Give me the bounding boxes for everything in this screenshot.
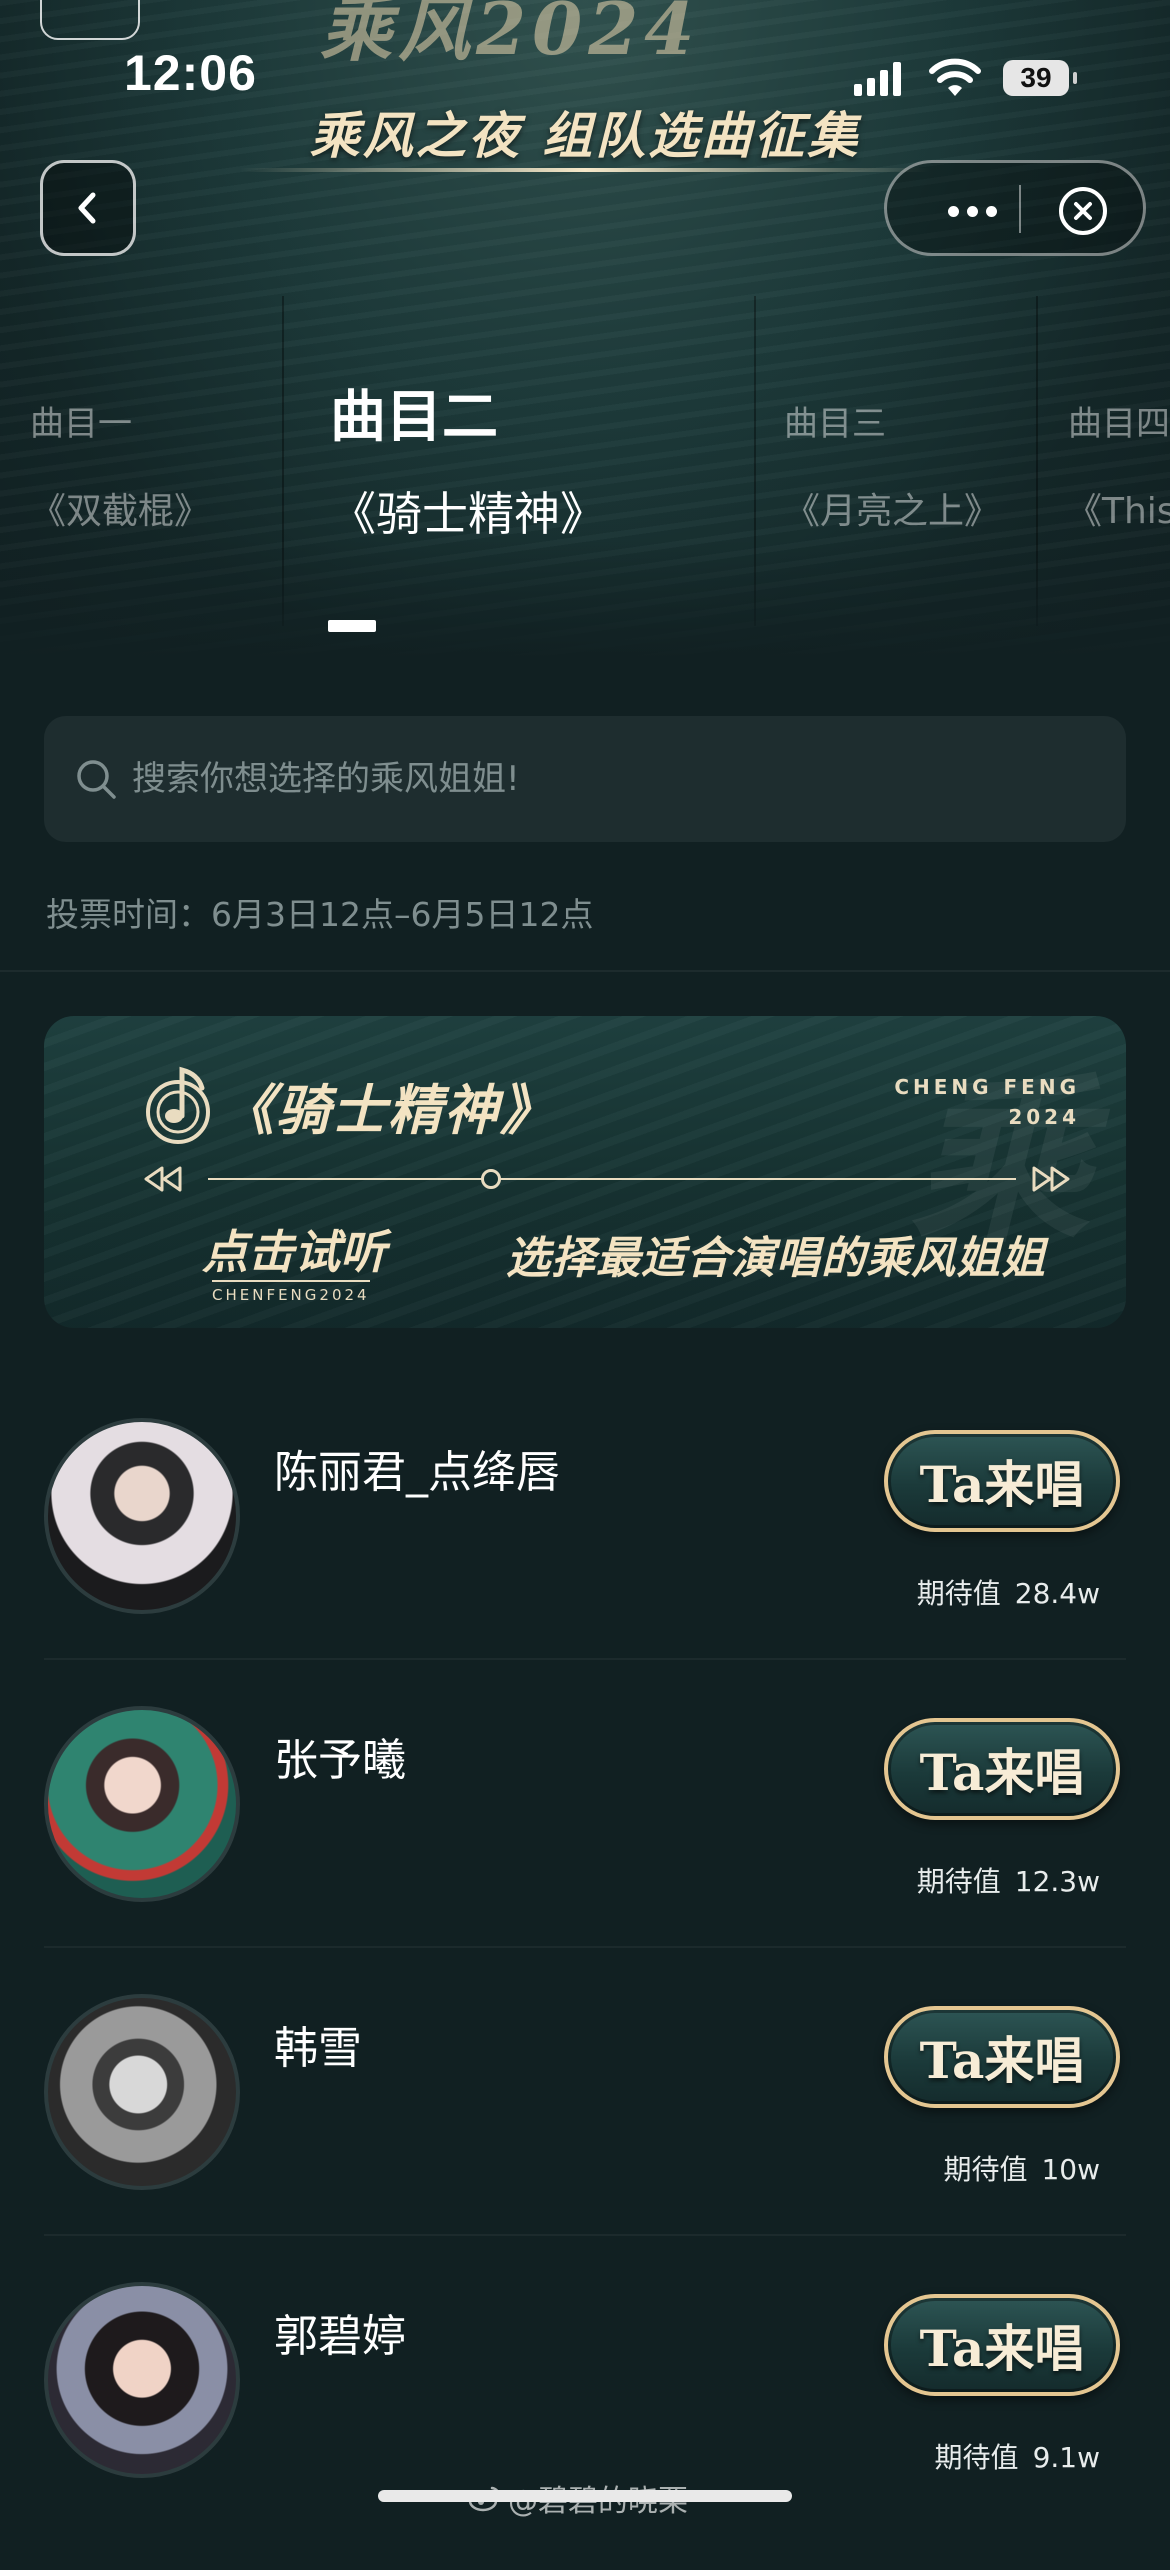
song-preview-card[interactable]: 乘 《骑士精神》 CHENG FENG 2024 点击试听 CHENFENG20…	[44, 1016, 1126, 1328]
expectation-label: 期待值	[916, 1577, 1001, 1610]
singer-name: 陈丽君_点绛唇	[274, 1447, 560, 1498]
list-divider	[44, 1946, 1126, 1948]
battery-level: 39	[1020, 62, 1052, 93]
expectation-value: 期待值 10w	[943, 2148, 1100, 2188]
avatar[interactable]	[44, 1418, 240, 1614]
listen-sub-label: CHENFENG2024	[212, 1280, 370, 1304]
card-slogan: 选择最适合演唱的乘风姐姐	[506, 1233, 1046, 1284]
banner-fade	[0, 540, 1170, 660]
tab-song-title: 《骑士精神》	[330, 487, 606, 541]
section-divider	[0, 970, 1170, 972]
fast-forward-icon[interactable]	[1028, 1164, 1074, 1194]
search-input[interactable]	[130, 758, 1126, 800]
banner-logo: 乘风2024	[320, 0, 701, 71]
card-brand: CHENG FENG 2024	[894, 1072, 1080, 1132]
home-indicator[interactable]	[378, 2490, 792, 2502]
list-item: 郭碧婷 Ta来唱 期待值 9.1w	[44, 2282, 1126, 2570]
banner-divider	[240, 168, 930, 172]
battery-icon: 39	[1003, 60, 1077, 96]
card-brand-line2: 2024	[1008, 1105, 1080, 1129]
expectation-label: 期待值	[916, 1865, 1001, 1898]
search-bar[interactable]	[44, 716, 1126, 842]
chevron-left-icon	[78, 192, 96, 224]
list-divider	[44, 1658, 1126, 1660]
banner-badge	[40, 0, 140, 40]
expectation-label: 期待值	[943, 2153, 1028, 2186]
close-circle-icon[interactable]	[1057, 185, 1109, 237]
expectation-label: 期待值	[934, 2441, 1019, 2474]
expectation-number: 12.3w	[1014, 1865, 1100, 1898]
status-icons: 39	[854, 56, 1077, 100]
tab-song-title: 《月亮之上》	[784, 491, 1001, 532]
list-item: 韩雪 Ta来唱 期待值 10w	[44, 1994, 1126, 2282]
expectation-value: 期待值 9.1w	[935, 2436, 1100, 2476]
ta-sing-button[interactable]: Ta来唱	[884, 1718, 1120, 1820]
wifi-icon	[929, 58, 981, 96]
avatar[interactable]	[44, 1994, 240, 2190]
tab-label: 曲目四	[1068, 404, 1170, 444]
expectation-number: 9.1w	[1032, 2441, 1100, 2474]
rewind-icon[interactable]	[140, 1164, 186, 1194]
banner-subtitle: 乘风之夜 组队选曲征集	[309, 106, 861, 165]
list-divider	[44, 2234, 1126, 2236]
singer-name: 张予曦	[274, 1735, 406, 1786]
card-song-title: 《骑士精神》	[220, 1078, 556, 1142]
ta-sing-button[interactable]: Ta来唱	[884, 2294, 1120, 2396]
back-button[interactable]	[40, 160, 136, 256]
active-tab-indicator	[328, 620, 376, 632]
ta-sing-button[interactable]: Ta来唱	[884, 2006, 1120, 2108]
expectation-value: 期待值 28.4w	[917, 1572, 1100, 1612]
expectation-number: 28.4w	[1014, 1577, 1100, 1610]
vote-time-text: 投票时间：6月3日12点–6月5日12点	[46, 895, 594, 934]
expectation-number: 10w	[1041, 2153, 1100, 2186]
tab-label: 曲目一	[30, 404, 132, 444]
tab-song-title: 《This	[1066, 491, 1170, 532]
listen-button[interactable]: 点击试听	[202, 1216, 386, 1282]
avatar[interactable]	[44, 2282, 240, 2478]
ta-sing-button[interactable]: Ta来唱	[884, 1430, 1120, 1532]
audio-progress-knob[interactable]	[480, 1169, 501, 1189]
tab-song-title: 《双截棍》	[30, 491, 211, 532]
tab-label: 曲目三	[784, 404, 886, 444]
list-item: 陈丽君_点绛唇 Ta来唱 期待值 28.4w	[44, 1418, 1126, 1706]
status-time: 12:06	[124, 45, 257, 101]
search-icon	[77, 760, 116, 799]
more-dots-icon[interactable]	[927, 191, 1017, 231]
avatar[interactable]	[44, 1706, 240, 1902]
mini-program-capsule	[884, 160, 1146, 256]
singer-name: 郭碧婷	[274, 2311, 406, 2362]
audio-progress-track[interactable]	[208, 1178, 1016, 1180]
capsule-divider	[1019, 185, 1021, 233]
signal-icon	[854, 60, 901, 96]
singer-name: 韩雪	[274, 2023, 362, 2074]
card-brand-line1: CHENG FENG	[894, 1075, 1080, 1099]
music-note-icon	[146, 1066, 210, 1144]
expectation-value: 期待值 12.3w	[917, 1860, 1100, 1900]
tab-label: 曲目二	[330, 385, 498, 450]
list-item: 张予曦 Ta来唱 期待值 12.3w	[44, 1706, 1126, 1994]
